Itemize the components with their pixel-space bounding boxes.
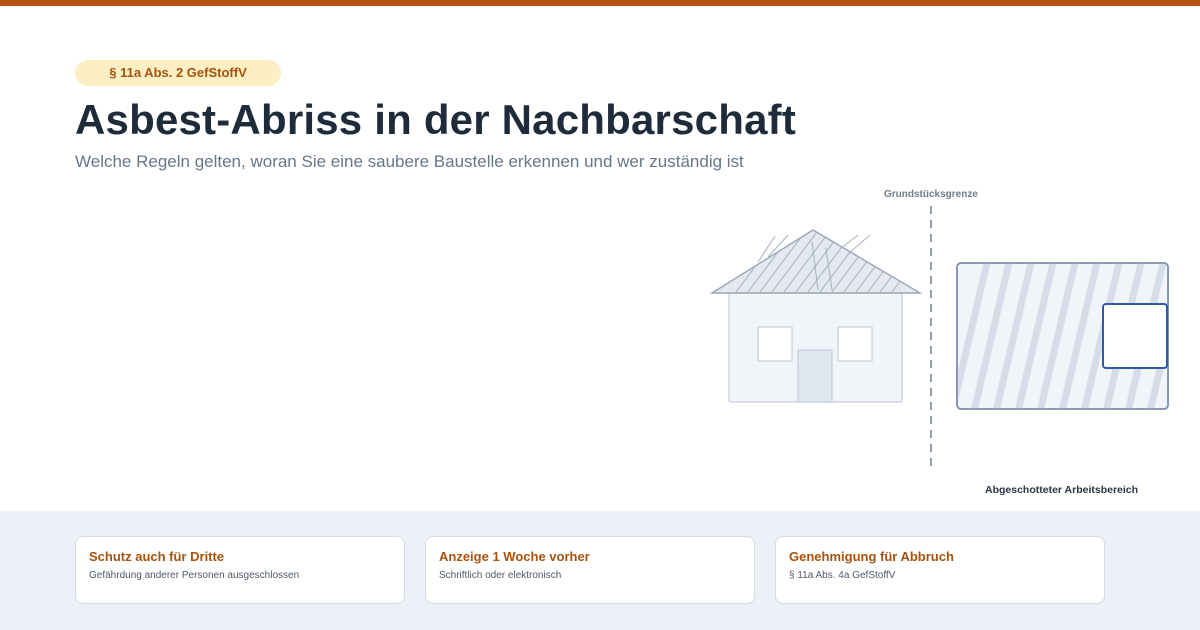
card-title: Schutz auch für Dritte [89, 549, 225, 564]
work-area-entry-lock [1102, 303, 1168, 369]
card-title: Anzeige 1 Woche vorher [439, 549, 590, 564]
property-boundary-label: Grundstücksgrenze [884, 189, 978, 200]
card-text: § 11a Abs. 4a GefStoffV [789, 570, 896, 581]
info-card-protection: Schutz auch für Dritte Gefährdung andere… [75, 536, 405, 604]
legal-reference-badge: § 11a Abs. 2 GefStoffV [75, 60, 281, 86]
info-card-permit: Genehmigung für Abbruch § 11a Abs. 4a Ge… [775, 536, 1105, 604]
info-card-notice: Anzeige 1 Woche vorher Schriftlich oder … [425, 536, 755, 604]
card-title: Genehmigung für Abbruch [789, 549, 954, 564]
house-window-right [837, 326, 873, 362]
card-text: Gefährdung anderer Personen ausgeschloss… [89, 570, 300, 581]
page-title: Asbest-Abriss in der Nachbarschaft [75, 96, 797, 143]
card-text: Schriftlich oder elektronisch [439, 570, 562, 581]
page: § 11a Abs. 2 GefStoffV Asbest-Abriss in … [0, 0, 1200, 630]
house-door [797, 349, 833, 403]
page-subtitle: Welche Regeln gelten, woran Sie eine sau… [75, 152, 744, 171]
neighborhood-illustration [709, 206, 1169, 470]
house-window-left [757, 326, 793, 362]
house-roof [709, 229, 923, 294]
top-accent-bar [0, 0, 1200, 6]
work-area-label: Abgeschotteter Arbeitsbereich [985, 484, 1139, 496]
